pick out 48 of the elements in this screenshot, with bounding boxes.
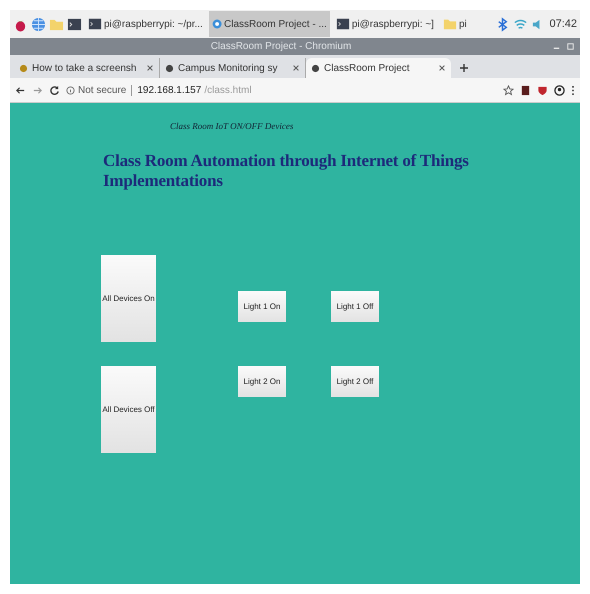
book-icon[interactable] <box>520 84 531 96</box>
terminal-icon <box>88 17 102 31</box>
all-devices-button[interactable]: All Devices On <box>101 255 156 342</box>
tab-title: ClassRoom Project <box>324 62 411 74</box>
light-button[interactable]: Light 1 Off <box>331 291 379 322</box>
light-button[interactable]: Light 1 On <box>238 291 286 322</box>
shield-icon[interactable] <box>537 84 548 96</box>
all-devices-button[interactable]: All Devices Off <box>101 366 156 453</box>
task-label: pi@raspberrypi: ~] <box>352 18 434 30</box>
window-title: ClassRoom Project - Chromium <box>210 41 352 52</box>
taskbar-button[interactable]: pi@raspberrypi: ~/pr... <box>85 11 206 37</box>
globe-icon[interactable] <box>31 16 46 32</box>
task-label: ClassRoom Project - ... <box>224 18 327 30</box>
task-label: pi@raspberrypi: ~/pr... <box>104 18 203 30</box>
close-icon[interactable] <box>146 64 154 72</box>
info-icon <box>66 86 75 94</box>
task-label: pi <box>458 18 467 30</box>
page-subtitle: Class Room IoT ON/OFF Devices <box>170 121 294 131</box>
terminal-icon <box>336 17 350 31</box>
star-icon[interactable] <box>503 84 514 96</box>
tab-title: Campus Monitoring sy <box>178 62 278 74</box>
new-tab-icon[interactable] <box>459 63 469 73</box>
light-button[interactable]: Light 2 On <box>238 366 286 397</box>
menu-icon[interactable] <box>571 84 575 96</box>
taskbar-button[interactable]: pi@raspberrypi: ~] <box>332 11 437 37</box>
maximize-icon[interactable] <box>566 42 575 51</box>
account-icon[interactable] <box>554 84 565 96</box>
reload-icon[interactable] <box>49 84 60 96</box>
forward-icon[interactable] <box>32 84 43 96</box>
light-button[interactable]: Light 2 Off <box>331 366 379 397</box>
url-host: 192.168.1.157 <box>137 84 202 96</box>
back-icon[interactable] <box>15 84 26 96</box>
close-icon[interactable] <box>438 64 446 72</box>
favicon-icon <box>311 64 320 72</box>
folder-icon <box>442 17 457 31</box>
terminal-icon[interactable] <box>67 16 82 32</box>
taskbar-button[interactable]: pi <box>440 11 470 37</box>
page-heading: Class Room Automation through Internet of Things Implementations <box>103 151 470 191</box>
browser-tab[interactable]: ClassRoom Project <box>306 58 451 78</box>
taskbar-button[interactable]: ClassRoom Project - ... <box>208 11 330 37</box>
favicon-icon <box>19 64 28 72</box>
url-path: /class.html <box>204 84 252 96</box>
browser-icon <box>212 17 222 31</box>
tab-title: How to take a screensh <box>32 62 138 74</box>
security-label: Not secure <box>78 84 126 96</box>
favicon-icon <box>165 64 174 72</box>
close-icon[interactable] <box>292 64 300 72</box>
clock: 07:42 <box>549 18 577 30</box>
